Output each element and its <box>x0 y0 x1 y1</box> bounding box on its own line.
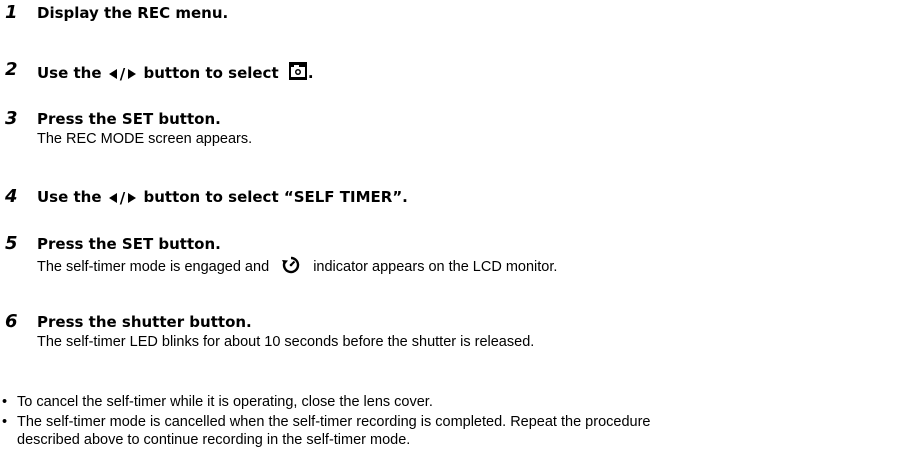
step-title-suffix: . <box>307 64 314 82</box>
step-title-prefix: Use the <box>37 64 102 82</box>
left-right-arrow-icon: / <box>108 189 137 207</box>
camera-mode-icon <box>288 61 308 85</box>
note-item: • To cancel the self-timer while it is o… <box>0 393 903 411</box>
step-title: Use the / button to select . <box>37 61 314 85</box>
arrow-separator: / <box>119 64 126 83</box>
step-number: 3 <box>5 108 18 129</box>
step-title-mid: button to select <box>143 64 279 82</box>
step-title: Press the SET button. <box>37 110 221 128</box>
step-number: 1 <box>5 2 18 23</box>
step-description-suffix: indicator appears on the LCD monitor. <box>313 259 558 275</box>
step-number: 4 <box>5 186 18 207</box>
step-description: The self-timer LED blinks for about 10 s… <box>37 334 535 350</box>
left-right-arrow-icon: / <box>108 65 137 83</box>
note-text-line: described above to continue recording in… <box>17 432 411 448</box>
note-item: • The self-timer mode is cancelled when … <box>0 413 903 449</box>
step-title: Press the SET button. <box>37 235 221 253</box>
arrow-separator: / <box>119 188 126 207</box>
step-number: 2 <box>5 59 18 80</box>
step-description: The self-timer mode is engaged and indic… <box>37 255 557 280</box>
step-title-suffix: button to select “SELF TIMER”. <box>143 188 408 206</box>
step-title: Display the REC menu. <box>37 4 229 22</box>
step-description-prefix: The self-timer mode is engaged and <box>37 259 270 275</box>
step-title-prefix: Use the <box>37 188 102 206</box>
step-number: 5 <box>5 233 18 254</box>
self-timer-icon <box>281 255 301 280</box>
bullet: • <box>2 394 8 410</box>
step-title: Use the / button to select “SELF TIMER”. <box>37 188 408 207</box>
step-title: Press the shutter button. <box>37 313 252 331</box>
bullet: • <box>2 414 8 430</box>
notes-list: • To cancel the self-timer while it is o… <box>0 393 903 449</box>
note-text: To cancel the self-timer while it is ope… <box>17 394 433 410</box>
step-description: The REC MODE screen appears. <box>37 131 253 147</box>
note-text-line: The self-timer mode is cancelled when th… <box>17 414 651 430</box>
step-number: 6 <box>5 311 18 332</box>
instruction-page: 1 Display the REC menu. 2 Use the / butt… <box>0 0 903 458</box>
